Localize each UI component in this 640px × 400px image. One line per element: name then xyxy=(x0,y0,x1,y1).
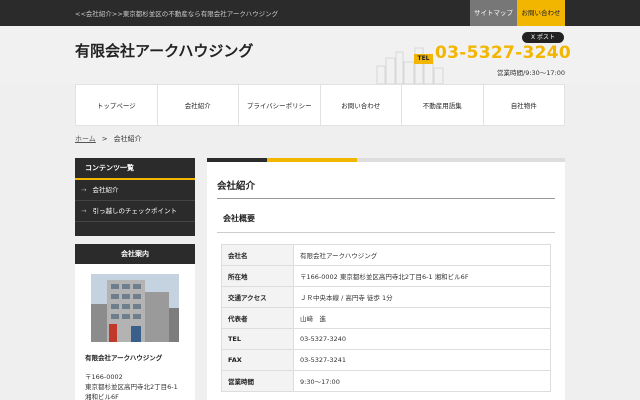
site-tagline: <<会社紹介>>東京都杉並区の不動産なら有限会社アークハウジング xyxy=(75,10,279,18)
row-label: 所在地 xyxy=(221,265,294,287)
arrow-icon: → xyxy=(81,207,87,215)
accent-bar xyxy=(207,158,565,162)
sidebar-address: 〒166-0002 東京都杉並区高円寺北2丁目6-1 湘和ビル6F xyxy=(85,372,178,400)
top-bar: <<会社紹介>>東京都杉並区の不動産なら有限会社アークハウジング サイトマップ … xyxy=(0,0,640,26)
section-divider xyxy=(217,232,555,233)
row-label: TEL xyxy=(221,328,294,350)
contact-link[interactable]: お問い合わせ xyxy=(517,0,565,26)
x-post-button[interactable]: X ポスト xyxy=(522,32,564,43)
row-label: FAX xyxy=(221,349,294,371)
table-row: TEL 03-5327-3240 xyxy=(221,328,551,350)
arrow-icon: → xyxy=(81,186,87,194)
company-info-panel: 有限会社アークハウジング 〒166-0002 東京都杉並区高円寺北2丁目6-1 … xyxy=(75,264,195,400)
tel-number[interactable]: 03-5327-3240 xyxy=(435,43,571,63)
breadcrumb: ホーム > 会社紹介 xyxy=(75,134,142,144)
nav-properties[interactable]: 自社物件 xyxy=(484,85,565,125)
contents-item-label: 会社紹介 xyxy=(92,186,119,194)
row-label: 会社名 xyxy=(221,244,294,266)
nav-privacy[interactable]: プライバシーポリシー xyxy=(239,85,321,125)
nav-glossary[interactable]: 不動産用語集 xyxy=(402,85,484,125)
table-row: 営業時間 9:30〜17:00 xyxy=(221,370,551,392)
breadcrumb-current: 会社紹介 xyxy=(113,135,142,143)
row-value: 山﨑 進 xyxy=(293,307,551,329)
contents-list: → 会社紹介 → 引っ越しのチェックポイント xyxy=(75,180,195,236)
section-title: 会社概要 xyxy=(223,214,255,223)
nav-company[interactable]: 会社紹介 xyxy=(158,85,239,125)
row-value: 03-5327-3241 xyxy=(293,349,551,371)
main-nav: トップページ 会社紹介 プライバシーポリシー お問い合わせ 不動産用語集 自社物… xyxy=(75,84,565,126)
company-info-heading: 会社案内 xyxy=(75,244,195,264)
row-label: 営業時間 xyxy=(221,370,294,392)
nav-top[interactable]: トップページ xyxy=(76,85,158,125)
row-value: ＪＲ中央本線 / 高円寺 徒歩 1分 xyxy=(293,286,551,308)
row-label: 交通アクセス xyxy=(221,286,294,308)
row-value: 有限会社アークハウジング xyxy=(293,244,551,266)
contents-heading: コンテンツ一覧 xyxy=(75,158,195,180)
breadcrumb-separator: > xyxy=(101,135,108,143)
contents-item-company[interactable]: → 会社紹介 xyxy=(75,180,195,201)
page-title: 会社紹介 xyxy=(217,181,256,192)
contents-item-moving[interactable]: → 引っ越しのチェックポイント xyxy=(75,201,195,222)
tel-badge: TEL xyxy=(414,54,433,64)
company-profile-table: 会社名 有限会社アークハウジング 所在地 〒166-0002 東京都杉並区高円寺北2… xyxy=(221,244,551,392)
table-row: 所在地 〒166-0002 東京都杉並区高円寺北2丁目6-1 湘和ビル6F xyxy=(221,265,551,287)
business-hours: 営業時間/9:30〜17:00 xyxy=(497,69,566,77)
nav-contact[interactable]: お問い合わせ xyxy=(321,85,402,125)
row-value: 03-5327-3240 xyxy=(293,328,551,350)
sidebar-address-line1: 東京都杉並区高円寺北2丁目6-1 xyxy=(85,383,178,391)
building-photo xyxy=(91,274,179,342)
table-row: 交通アクセス ＪＲ中央本線 / 高円寺 徒歩 1分 xyxy=(221,286,551,308)
main-content: 会社紹介 会社概要 会社名 有限会社アークハウジング 所在地 〒166-0002 東… xyxy=(207,158,565,400)
sidebar-company-name: 有限会社アークハウジング xyxy=(85,354,163,362)
row-value: 9:30〜17:00 xyxy=(293,370,551,392)
row-value: 〒166-0002 東京都杉並区高円寺北2丁目6-1 湘和ビル6F xyxy=(293,265,551,287)
table-row: 代表者 山﨑 進 xyxy=(221,307,551,329)
row-label: 代表者 xyxy=(221,307,294,329)
sidebar-address-line2: 湘和ビル6F xyxy=(85,393,119,400)
title-divider xyxy=(217,198,555,199)
site-header: 有限会社アークハウジング X ポスト TEL 03-5327-3240 営業時間… xyxy=(0,26,640,84)
table-row: 会社名 有限会社アークハウジング xyxy=(221,244,551,266)
table-row: FAX 03-5327-3241 xyxy=(221,349,551,371)
sidebar-postal: 〒166-0002 xyxy=(85,373,123,381)
breadcrumb-home[interactable]: ホーム xyxy=(75,135,96,143)
sitemap-link[interactable]: サイトマップ xyxy=(470,0,517,26)
site-logo[interactable]: 有限会社アークハウジング xyxy=(75,40,253,61)
contents-item-label: 引っ越しのチェックポイント xyxy=(92,207,177,215)
